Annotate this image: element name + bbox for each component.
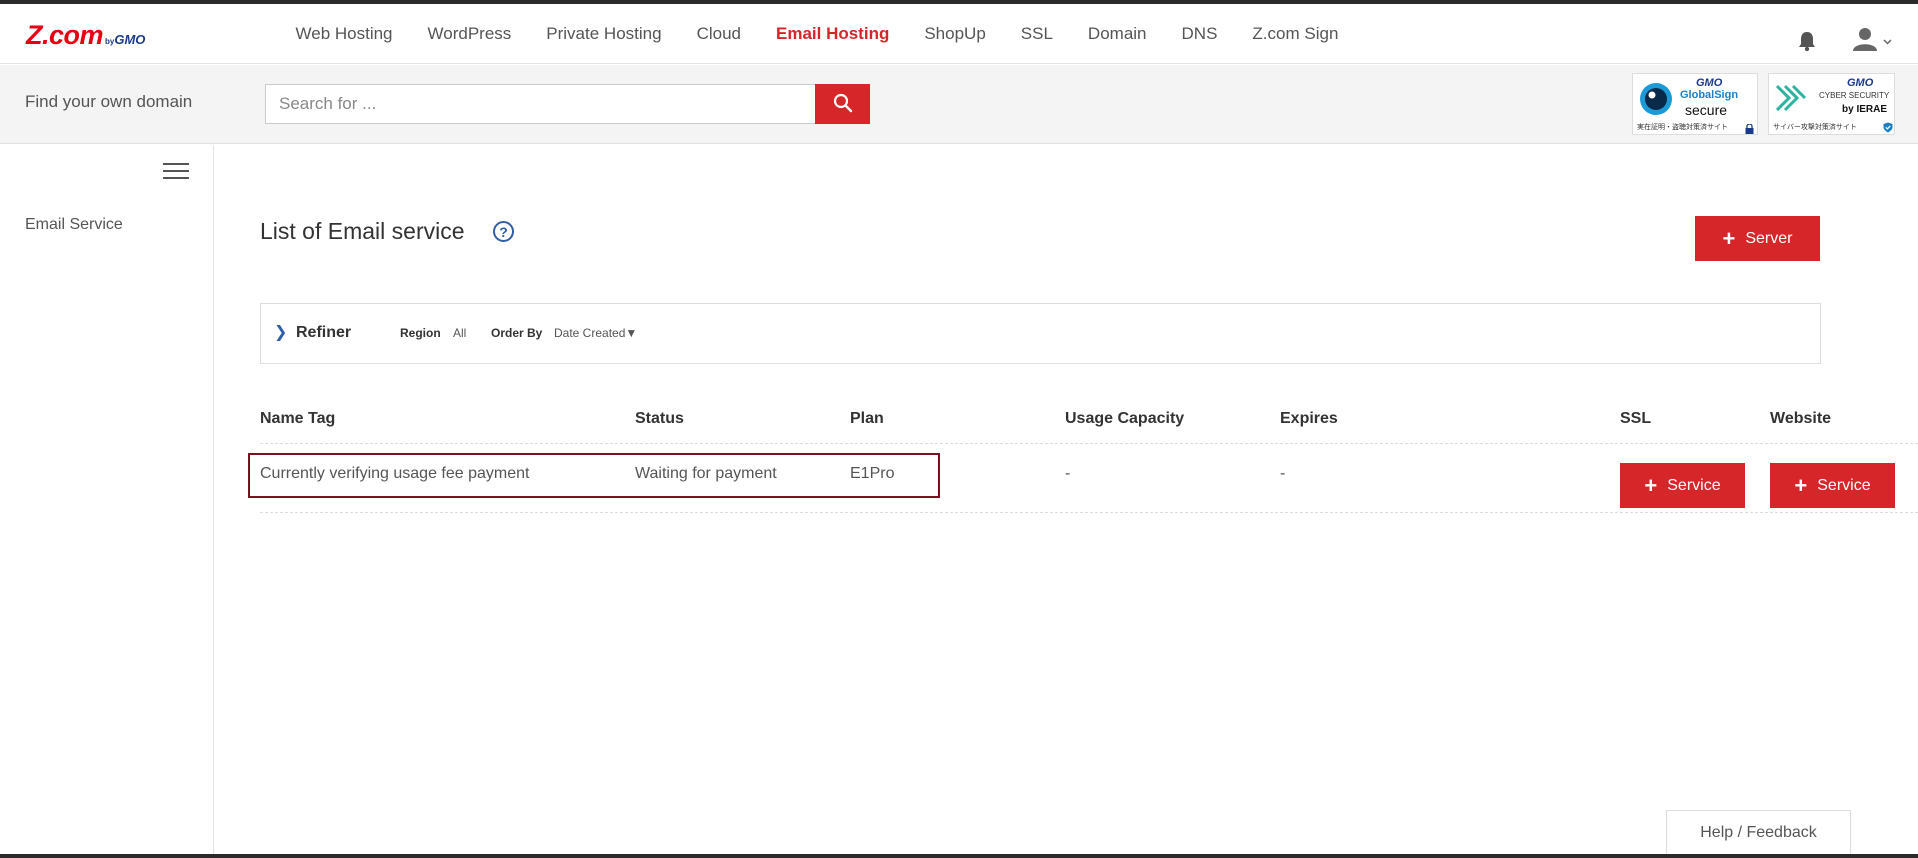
globalsign-secure-badge[interactable]: GMO GlobalSign secure 実在証明・盗聴対策済サイト [1632,73,1758,135]
cyber-name-text: CYBER SECURITY [1819,91,1890,100]
column-header-usage-capacity[interactable]: Usage Capacity [1065,410,1184,428]
row-plan: E1Pro [850,465,895,482]
shield-check-icon [1883,120,1893,138]
plus-icon: + [1644,472,1658,498]
top-navigation-bar: Z.com by GMO Web Hosting WordPress Priva… [0,4,1918,64]
nav-item-shopup[interactable]: ShopUp [924,24,985,44]
globalsign-gmo-text: GMO [1696,77,1723,89]
logo-text: Z.com [26,20,104,50]
order-by-label: Order By [491,326,543,340]
region-value[interactable]: All [453,326,466,340]
column-header-ssl: SSL [1620,410,1652,427]
refiner-panel: ❯ Refiner Region All Order By Date Creat… [260,303,1821,364]
bottom-border [0,854,1918,858]
add-server-button[interactable]: + Server [1695,216,1820,261]
nav-item-dns[interactable]: DNS [1182,24,1218,44]
sidebar-item-email-service[interactable]: Email Service [25,216,123,234]
logo-by-text: by [105,37,115,46]
column-header-website: Website [1770,410,1832,427]
add-website-service-button[interactable]: + Service [1770,463,1895,508]
row-divider [260,512,1918,513]
chevron-down-icon [1883,32,1892,50]
column-header-status[interactable]: Status [635,410,684,428]
add-server-label: Server [1745,229,1793,247]
website-service-label: Service [1817,476,1871,494]
page-title: List of Email service [260,218,465,244]
nav-item-wordpress[interactable]: WordPress [428,24,512,44]
cyber-by-text: by IERAE [1842,104,1888,115]
region-label: Region [400,326,441,340]
row-status: Waiting for payment [635,465,777,482]
ierae-logo-icon [1775,82,1809,119]
column-header-expires[interactable]: Expires [1280,410,1338,428]
help-feedback-button[interactable]: Help / Feedback [1666,810,1851,854]
domain-search-input[interactable] [265,84,816,124]
zcom-logo[interactable]: Z.com by GMO [26,20,145,51]
domain-search-band: Find your own domain GMO GlobalSign secu… [0,65,1918,144]
cyber-gmo-text: GMO [1847,77,1874,89]
user-menu[interactable] [1852,27,1892,56]
globalsign-eye-icon [1639,82,1673,121]
row-expires: - [1280,465,1286,482]
menu-icon[interactable] [163,163,189,183]
globalsign-secure-text: secure [1685,102,1728,118]
chevron-right-icon[interactable]: ❯ [274,322,287,342]
ssl-service-label: Service [1667,476,1721,494]
nav-item-zcom-sign[interactable]: Z.com Sign [1252,24,1338,44]
nav-item-web-hosting[interactable]: Web Hosting [296,24,393,44]
add-ssl-service-button[interactable]: + Service [1620,463,1745,508]
row-usage-capacity: - [1065,465,1071,482]
cyber-security-badge[interactable]: GMO CYBER SECURITY by IERAE サイバー攻撃対策済サイト [1768,73,1895,135]
nav-item-cloud[interactable]: Cloud [697,24,741,44]
search-icon [833,93,853,116]
nav-item-email-hosting[interactable]: Email Hosting [776,24,889,44]
plus-icon: + [1722,225,1736,251]
order-by-value[interactable]: Date Created▼ [554,326,637,340]
bell-icon[interactable] [1796,30,1818,52]
row-name-tag[interactable]: Currently verifying usage fee payment [260,465,529,483]
sidebar: Email Service [0,145,214,854]
column-header-plan[interactable]: Plan [850,410,884,428]
lock-icon [1745,121,1754,139]
search-button[interactable] [815,84,870,124]
find-domain-label: Find your own domain [25,92,193,111]
main-nav: Web Hosting WordPress Private Hosting Cl… [278,4,1356,64]
column-header-name-tag[interactable]: Name Tag [260,410,335,428]
plus-icon: + [1794,472,1808,498]
refiner-toggle[interactable]: Refiner [296,324,351,342]
nav-item-domain[interactable]: Domain [1088,24,1147,44]
user-icon [1852,27,1878,56]
globalsign-name-text: GlobalSign [1680,89,1739,101]
nav-item-private-hosting[interactable]: Private Hosting [546,24,661,44]
logo-gmo-text: GMO [114,32,146,47]
globalsign-sub-text: 実在証明・盗聴対策済サイト [1637,124,1728,131]
header-divider [260,443,1918,444]
help-icon[interactable]: ? [493,221,514,242]
nav-item-ssl[interactable]: SSL [1021,24,1053,44]
cyber-sub-text: サイバー攻撃対策済サイト [1773,124,1857,131]
